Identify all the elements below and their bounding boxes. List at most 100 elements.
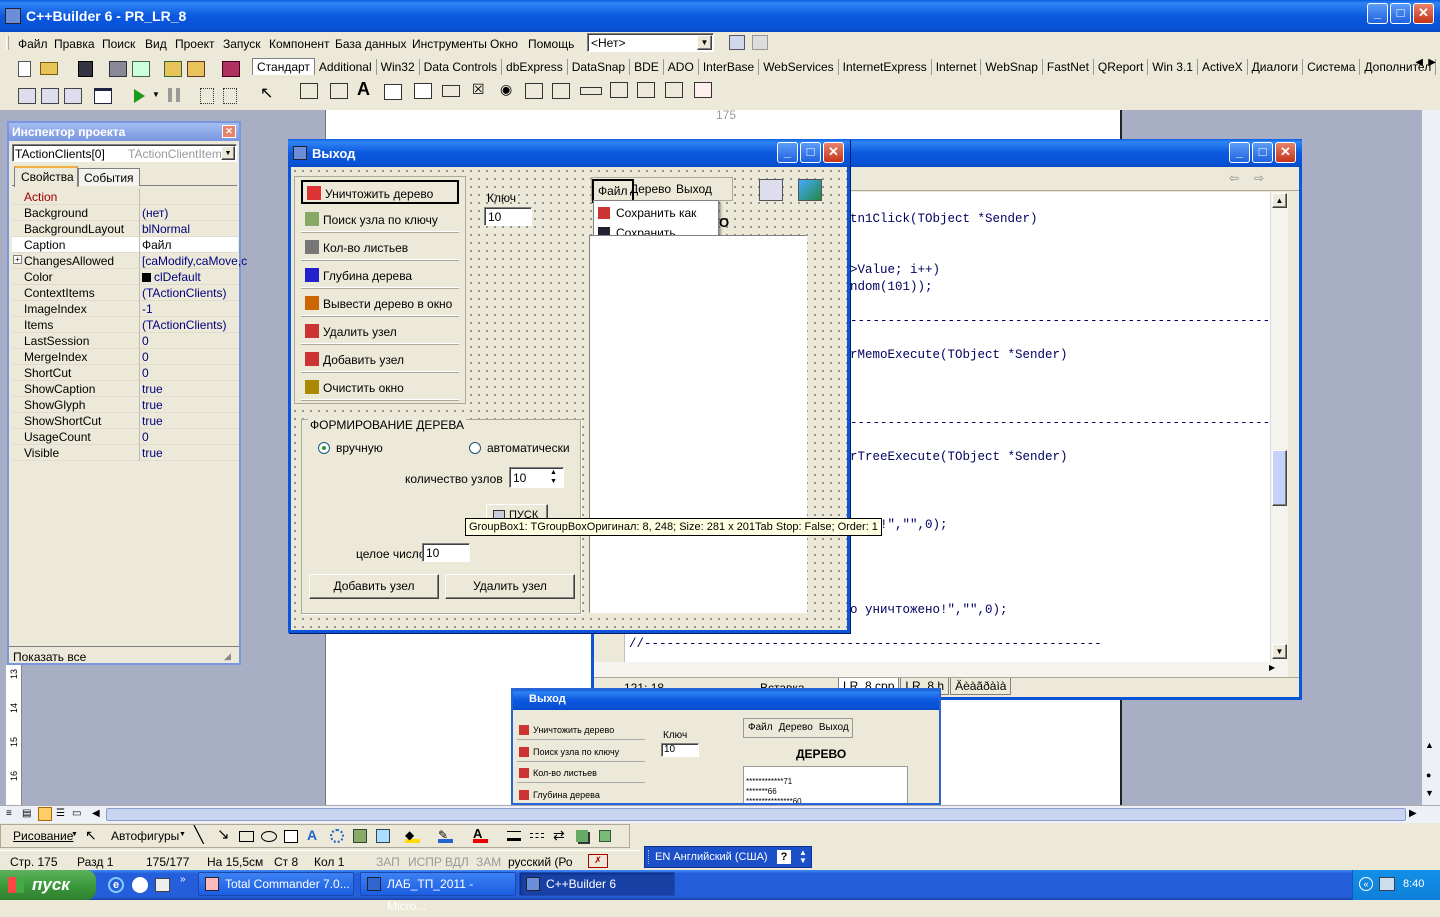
property-value[interactable]: -1 xyxy=(142,302,153,316)
inspector-object-combo[interactable]: TActionClients[0] TActionClientItem ▼ xyxy=(12,144,237,162)
fill-color-icon[interactable]: ◆ xyxy=(405,828,420,843)
scrollbar-icon[interactable] xyxy=(580,87,602,95)
editor-close-button[interactable]: ✕ xyxy=(1275,142,1296,163)
rectangle-icon[interactable] xyxy=(239,831,254,842)
scroll-right-icon[interactable]: ▶ xyxy=(1428,57,1436,68)
textbox-icon[interactable] xyxy=(284,830,298,843)
palette-tab[interactable]: DataSnap xyxy=(568,59,631,75)
menu-item[interactable]: База данных xyxy=(335,37,406,51)
autoshapes-menu[interactable]: Автофигуры xyxy=(111,829,179,843)
save-all-icon[interactable] xyxy=(109,61,127,77)
property-row[interactable]: Visible true xyxy=(12,445,238,461)
diagram-icon[interactable] xyxy=(330,829,344,843)
palette-tab[interactable]: Additional xyxy=(315,59,377,75)
tab-properties[interactable]: Свойства xyxy=(14,166,78,187)
word-vscroll[interactable]: ▲ ● ▼ xyxy=(1422,110,1440,805)
draw-menu[interactable]: Рисование xyxy=(13,829,73,843)
start-button[interactable]: пуск xyxy=(0,870,96,900)
normal-view-icon[interactable]: ≡ xyxy=(6,808,12,819)
hscroll-left-icon[interactable]: ◀ xyxy=(92,808,100,819)
hscroll-thumb[interactable] xyxy=(106,808,1406,821)
property-value[interactable]: (TActionClients) xyxy=(142,318,226,332)
tray-chevron-icon[interactable]: « xyxy=(1359,877,1373,891)
property-row[interactable]: UsageCount 0 xyxy=(12,429,238,445)
property-row[interactable]: Action xyxy=(12,189,238,205)
palette-tab[interactable]: BDE xyxy=(630,59,664,75)
property-row[interactable]: ShowCaption true xyxy=(12,381,238,397)
quicklaunch-more-icon[interactable]: » xyxy=(180,874,186,885)
action-list-icon[interactable] xyxy=(694,82,712,98)
property-value[interactable]: clDefault xyxy=(142,270,201,284)
line-icon[interactable]: ╲ xyxy=(194,825,204,845)
listbox-icon[interactable] xyxy=(525,83,543,99)
palette-tab[interactable]: Win 3.1 xyxy=(1148,59,1198,75)
langbar-grip[interactable] xyxy=(648,850,651,864)
shadow-icon[interactable] xyxy=(576,830,588,842)
property-value[interactable]: true xyxy=(142,398,163,412)
form-menu-item[interactable]: Выход xyxy=(672,179,716,199)
trace-into-icon[interactable] xyxy=(200,88,214,104)
combobox-icon[interactable] xyxy=(552,83,570,99)
spelling-icon[interactable]: ✗ xyxy=(588,854,608,868)
property-value[interactable]: Файл xyxy=(142,238,172,252)
outline-view-icon[interactable]: ☰ xyxy=(56,808,65,819)
form-close-button[interactable]: ✕ xyxy=(823,142,844,163)
property-value[interactable]: 0 xyxy=(142,366,149,380)
radio-auto[interactable] xyxy=(469,442,481,454)
menu-item[interactable]: Окно xyxy=(490,37,518,51)
palette-tab[interactable]: InterBase xyxy=(699,59,760,75)
property-row[interactable]: ImageIndex -1 xyxy=(12,301,238,317)
property-row[interactable]: LastSession 0 xyxy=(12,333,238,349)
new-icon[interactable] xyxy=(18,61,31,77)
picture-icon[interactable] xyxy=(376,829,390,843)
media-player-icon[interactable] xyxy=(132,877,148,893)
key-input[interactable]: 10 xyxy=(484,207,532,226)
oval-icon[interactable] xyxy=(261,831,277,842)
menu-item[interactable]: Компонент xyxy=(269,37,330,51)
panel-icon[interactable] xyxy=(665,82,683,98)
edit-icon[interactable] xyxy=(384,84,402,100)
property-value[interactable]: (TActionClients) xyxy=(142,286,226,300)
property-value[interactable]: 0 xyxy=(142,334,149,348)
palette-tab[interactable]: Дополнител xyxy=(1360,59,1437,75)
next-page-icon[interactable]: ▼ xyxy=(1425,788,1434,798)
scroll-left-icon[interactable]: ◀ xyxy=(1415,57,1423,68)
menu-item[interactable]: Помощь xyxy=(528,37,574,51)
tab-events[interactable]: События xyxy=(78,168,140,186)
menu-item[interactable]: Запуск xyxy=(223,37,261,51)
minimize-button[interactable]: _ xyxy=(1367,3,1388,24)
radio-manual[interactable] xyxy=(318,442,330,454)
3d-icon[interactable] xyxy=(599,830,611,842)
palette-tab[interactable]: InternetExpress xyxy=(839,59,932,75)
checkbox-icon[interactable]: ☒ xyxy=(472,81,485,98)
nav-forward-icon[interactable]: ⇨ xyxy=(1254,171,1264,185)
editor-hscroll[interactable]: ▶ xyxy=(594,662,1288,677)
action-button[interactable]: Глубина дерева xyxy=(301,264,459,288)
palette-tab[interactable]: Диалоги xyxy=(1248,59,1304,75)
property-value[interactable]: true xyxy=(142,382,163,396)
toolbar-image-button-2[interactable] xyxy=(798,179,822,201)
radio-icon[interactable]: ◉ xyxy=(500,81,512,98)
property-row[interactable]: ShowShortCut true xyxy=(12,413,238,429)
editor-scroll-up-icon[interactable]: ▲ xyxy=(1272,193,1287,208)
property-row[interactable]: ContextItems (TActionClients) xyxy=(12,285,238,301)
step-over-icon[interactable] xyxy=(223,88,237,104)
nav-back-icon[interactable]: ⇦ xyxy=(1229,171,1239,185)
status-ext[interactable]: ВДЛ xyxy=(445,855,469,869)
palette-tab[interactable]: dbExpress xyxy=(502,59,568,75)
ie-icon[interactable]: e xyxy=(108,877,124,893)
select-objects-icon[interactable]: ↖ xyxy=(85,827,97,844)
palette-tab[interactable]: Система xyxy=(1303,59,1361,75)
editor-scroll-thumb[interactable] xyxy=(1272,450,1287,506)
palette-tab[interactable]: FastNet xyxy=(1043,59,1094,75)
taskbar-item[interactable]: ЛАБ_ТП_2011 - Micro... xyxy=(360,872,516,913)
new-form-icon[interactable] xyxy=(94,88,112,104)
prev-page-icon[interactable]: ▲ xyxy=(1425,740,1434,750)
action-button[interactable]: Очистить окно xyxy=(301,376,459,400)
editor-scroll-down-icon[interactable]: ▼ xyxy=(1272,644,1287,659)
resize-grip-icon[interactable]: ◢ xyxy=(224,651,231,662)
form-maximize-button[interactable]: □ xyxy=(800,142,821,163)
printer-icon[interactable] xyxy=(155,878,170,892)
radiogroup-icon[interactable] xyxy=(637,82,655,98)
palette-tab[interactable]: Internet xyxy=(932,59,982,75)
